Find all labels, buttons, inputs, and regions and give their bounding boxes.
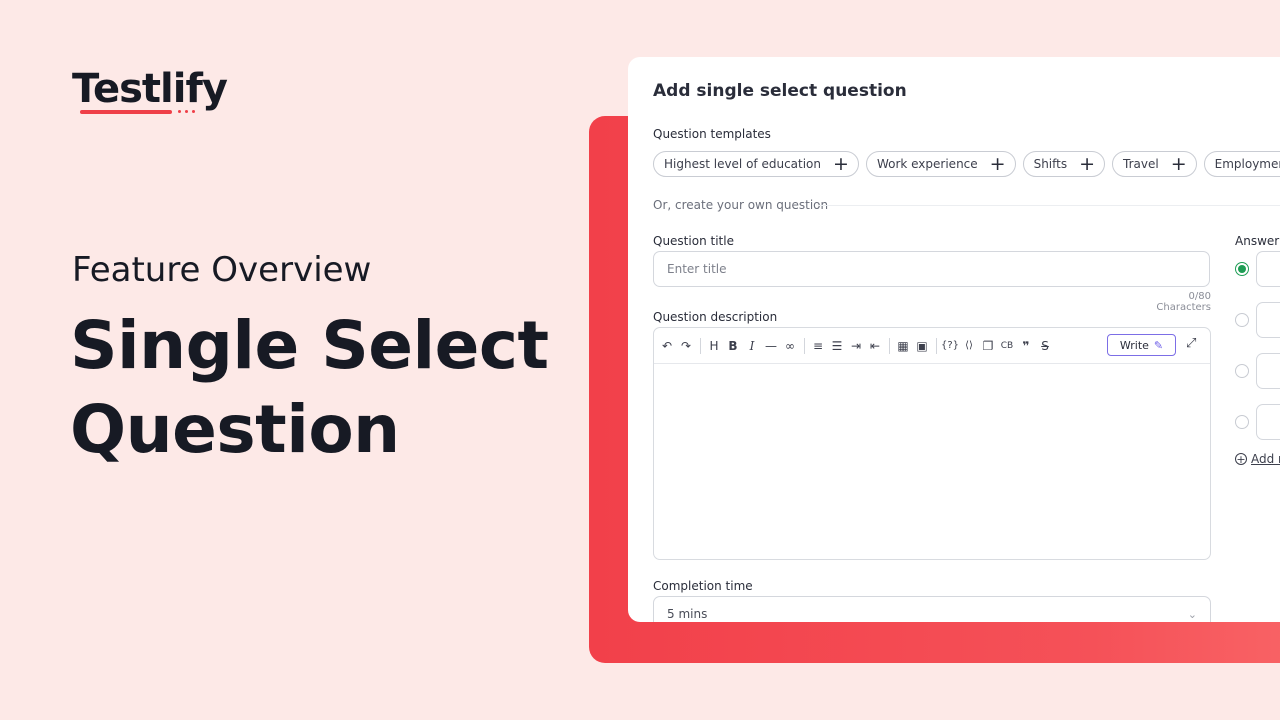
outdent-icon[interactable]: ⇤ [866,337,884,355]
logo-underline [80,110,172,114]
answer-option-4 [1235,404,1280,440]
answer-option-1 [1235,251,1280,287]
template-chip-employment-status[interactable]: Employment status+ [1203,151,1280,177]
pen-icon: ✎ [1153,338,1164,352]
template-chip-work-experience[interactable]: Work experience + [865,151,1016,177]
or-create-text: Or, create your own question [653,198,829,212]
answers-label: Answer o [1235,234,1280,248]
copy-icon[interactable]: ❐ [979,337,997,355]
write-button[interactable]: Write ✎ [1107,334,1176,356]
radio[interactable] [1235,415,1249,429]
bullet-list-icon[interactable]: ☰ [828,337,846,355]
template-chips: Highest level of education + Work experie… [653,151,1280,177]
description-editor[interactable]: ↶ ↷ H B I — ∞ ≡ ☰ ⇥ ⇤ ▦ ▣ {?} ⟨⟩ ❐ CB ❞ … [653,327,1211,560]
editor-toolbar: ↶ ↷ H B I — ∞ ≡ ☰ ⇥ ⇤ ▦ ▣ {?} ⟨⟩ ❐ CB ❞ … [654,328,1210,364]
template-chip-education[interactable]: Highest level of education + [653,151,859,177]
template-chip-travel[interactable]: Travel + [1112,151,1197,177]
logo-dots [178,110,195,113]
completion-time-select[interactable]: 5 mins ⌄ [653,596,1211,622]
variable-icon[interactable]: {?} [941,337,959,355]
feature-overview-subtitle: Feature Overview [72,250,372,290]
ordered-list-icon[interactable]: ≡ [809,337,827,355]
bold-icon[interactable]: B [724,337,742,355]
headline-line-2: Question [70,391,400,468]
testlify-logo: Testlify [72,66,228,112]
toolbar-separator [700,337,701,354]
strikethrough-icon[interactable]: S [1036,337,1054,355]
image-icon[interactable]: ▣ [913,337,931,355]
plus-icon: + [833,152,849,175]
answer-input[interactable] [1256,353,1280,389]
template-chip-shifts[interactable]: Shifts + [1022,151,1106,177]
expand-icon[interactable]: ⤢ [1186,336,1196,351]
heading-icon[interactable]: H [705,337,723,355]
codeblock-icon[interactable]: CB [998,337,1016,355]
redo-icon[interactable]: ↷ [677,337,695,355]
answer-input[interactable] [1256,404,1280,440]
answer-option-2 [1235,302,1280,338]
toolbar-separator [936,337,937,354]
plus-circle-icon: + [1235,453,1247,466]
divider [818,205,1280,206]
plus-icon: + [989,152,1006,175]
add-more-link[interactable]: + Add m [1235,452,1280,466]
chevron-down-icon: ⌄ [1187,607,1197,621]
italic-icon[interactable]: I [743,337,761,355]
add-question-card: Add single select question Question temp… [628,57,1280,622]
radio[interactable] [1235,364,1249,378]
answer-input[interactable] [1256,251,1280,287]
indent-icon[interactable]: ⇥ [847,337,865,355]
character-counter: 0/80 Characters [1156,291,1211,313]
horizontal-rule-icon[interactable]: — [762,337,780,355]
toolbar-separator [889,337,890,354]
card-title: Add single select question [653,81,907,101]
radio-selected[interactable] [1235,262,1249,276]
toolbar-separator [804,337,805,354]
code-icon[interactable]: ⟨⟩ [960,337,978,355]
question-title-input[interactable]: Enter title [653,251,1210,287]
headline: Single Select Question [70,304,570,472]
completion-time-label: Completion time [653,579,753,593]
quote-icon[interactable]: ❞ [1017,337,1035,355]
headline-line-1: Single Select [70,307,549,384]
radio[interactable] [1235,313,1249,327]
description-label: Question description [653,310,778,324]
answer-option-3 [1235,353,1280,389]
table-icon[interactable]: ▦ [894,337,912,355]
templates-label: Question templates [653,127,771,141]
question-title-label: Question title [653,234,734,248]
undo-icon[interactable]: ↶ [658,337,676,355]
link-icon[interactable]: ∞ [781,337,799,355]
plus-icon: + [1170,152,1187,175]
answer-input[interactable] [1256,302,1280,338]
plus-icon: + [1079,152,1096,175]
